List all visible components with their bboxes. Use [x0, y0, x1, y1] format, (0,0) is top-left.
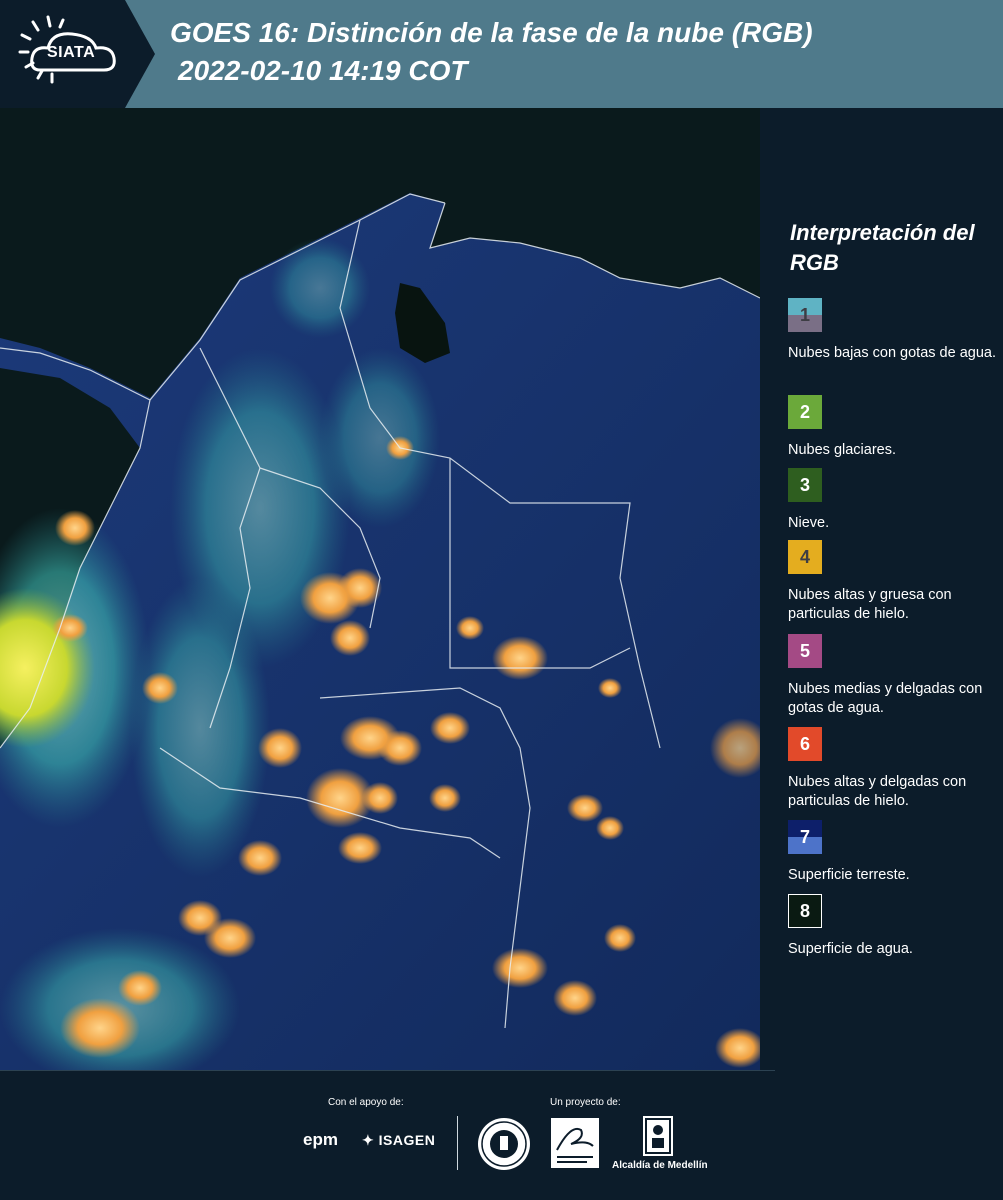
- legend-swatch-6: 6: [788, 727, 822, 761]
- legend-swatch-8: 8: [788, 894, 822, 928]
- legend-number: 1: [799, 304, 810, 325]
- legend-item-5: 5 Nubes medias y delgadas con gotas de a…: [788, 634, 998, 718]
- legend-swatch-7: 7: [788, 820, 822, 854]
- legend-number: 4: [799, 546, 810, 567]
- legend-number: 3: [799, 474, 810, 495]
- footer-separator: [457, 1116, 458, 1170]
- legend-swatch-1: 1: [788, 298, 822, 332]
- legend-item-6: 6 Nubes altas y delgadas con particulas …: [788, 727, 998, 811]
- project-label: Un proyecto de:: [550, 1097, 621, 1108]
- legend-number: 2: [799, 401, 810, 422]
- legend-number: 7: [799, 826, 810, 847]
- legend-label: Superficie terreste.: [788, 867, 910, 883]
- alcaldia-shield-icon: [643, 1116, 673, 1156]
- legend-item-8: 8 Superficie de agua.: [788, 894, 998, 959]
- legend-swatch-4: 4: [788, 540, 822, 574]
- legend-item-3: 3 Nieve.: [788, 468, 998, 533]
- legend-label: Nubes bajas con gotas de agua.: [788, 345, 996, 361]
- satellite-map: [0, 108, 760, 1070]
- legend-item-1: 1 Nubes bajas con gotas de agua.: [788, 298, 998, 363]
- siata-logo-text: SIATA: [47, 44, 96, 61]
- epm-logo: epm: [303, 1130, 338, 1149]
- legend-label: Nubes altas y gruesa con particulas de h…: [788, 587, 952, 622]
- isagen-text: ISAGEN: [378, 1132, 436, 1148]
- legend-label: Nubes glaciares.: [788, 442, 896, 458]
- legend-item-7: 7 Superficie terreste.: [788, 820, 998, 885]
- support-label: Con el apoyo de:: [328, 1097, 404, 1108]
- area-metropolitana-logo-icon: [551, 1118, 599, 1168]
- siata-logo: SIATA: [0, 0, 155, 108]
- seal-icon: [478, 1118, 530, 1170]
- legend-label: Nubes medias y delgadas con gotas de agu…: [788, 681, 983, 716]
- legend-swatch-2: 2: [788, 395, 822, 429]
- legend-number: 8: [799, 900, 810, 921]
- alcaldia-label: Alcaldía de Medellín: [612, 1160, 708, 1171]
- legend-title: Interpretación del RGB: [790, 220, 975, 275]
- legend-item-4: 4 Nubes altas y gruesa con particulas de…: [788, 540, 998, 624]
- footer-divider: [0, 1070, 775, 1071]
- legend-panel: Interpretación del RGB 1 Nubes bajas con…: [760, 108, 1003, 1070]
- isagen-icon: ✦: [362, 1132, 375, 1148]
- page-title: GOES 16: Distinción de la fase de la nub…: [170, 17, 813, 48]
- legend-item-2: 2 Nubes glaciares.: [788, 395, 998, 460]
- legend-label: Superficie de agua.: [788, 941, 913, 957]
- isagen-logo: ✦ ISAGEN: [362, 1132, 435, 1149]
- legend-swatch-3: 3: [788, 468, 822, 502]
- legend-label: Nubes altas y delgadas con particulas de…: [788, 774, 967, 809]
- timestamp-title: 2022-02-10 14:19 COT: [178, 55, 468, 86]
- legend-swatch-5: 5: [788, 634, 822, 668]
- satellite-image-icon: [0, 108, 760, 1070]
- legend-number: 6: [799, 733, 810, 754]
- header-bar: SIATA GOES 16: Distinción de la fase de …: [0, 0, 1003, 108]
- legend-label: Nieve.: [788, 515, 830, 531]
- legend-number: 5: [799, 640, 810, 661]
- footer: Con el apoyo de: Un proyecto de: epm ✦ I…: [0, 1070, 1003, 1200]
